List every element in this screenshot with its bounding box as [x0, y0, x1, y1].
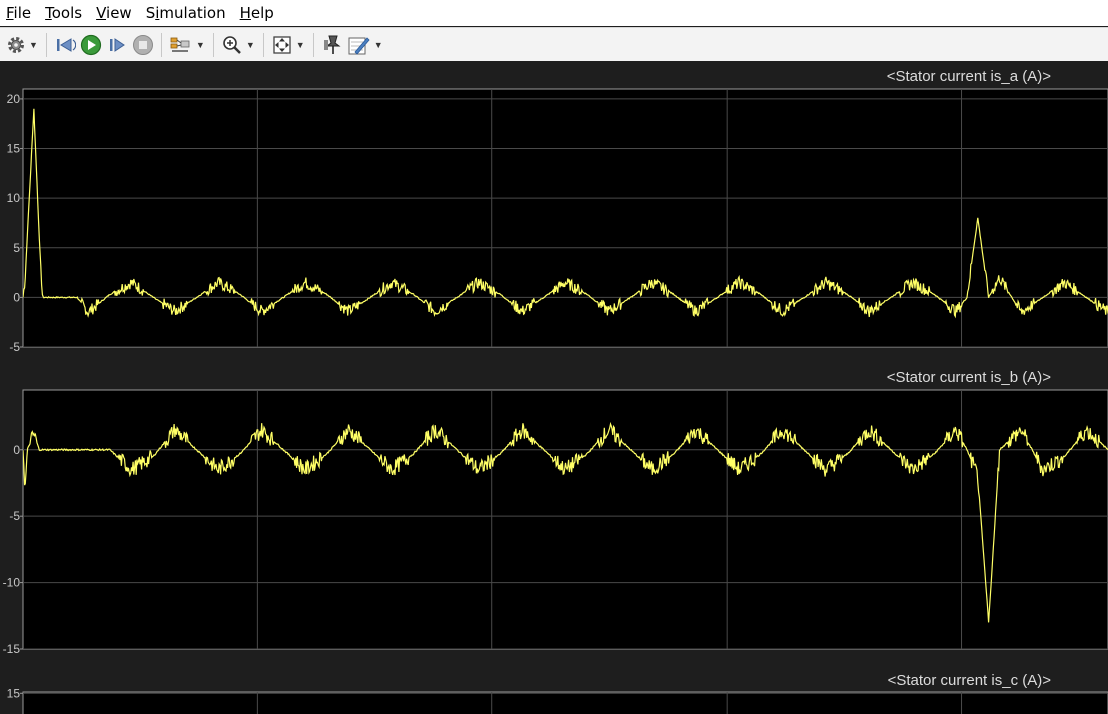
signal-trigger-icon [170, 37, 190, 52]
fit-to-view-icon [273, 35, 291, 54]
highlight-button[interactable] [345, 31, 373, 59]
plot-background [22, 691, 1108, 714]
zoom-dropdown-arrow[interactable]: ▼ [246, 40, 255, 50]
menu-simulation[interactable]: Simulation [139, 1, 233, 25]
y-tick-label: -15 [3, 642, 21, 656]
pin-icon [323, 35, 341, 54]
stop-button[interactable] [130, 31, 156, 59]
settings-button[interactable] [4, 31, 28, 59]
menu-file[interactable]: File [0, 1, 38, 25]
zoom-button[interactable] [219, 31, 245, 59]
gear-icon [8, 36, 24, 53]
settings-dropdown-arrow[interactable]: ▼ [29, 40, 38, 50]
y-tick-label: -5 [9, 509, 20, 523]
menu-tools[interactable]: Tools [38, 1, 89, 25]
step-back-button[interactable] [52, 31, 78, 59]
fit-dropdown-arrow[interactable]: ▼ [296, 40, 305, 50]
zoom-in-icon [223, 35, 241, 54]
y-tick-label: -5 [9, 340, 20, 354]
menu-view[interactable]: View [89, 1, 139, 25]
toolbar-separator [312, 32, 314, 57]
y-tick-label: 0 [13, 443, 20, 457]
y-tick-label: 20 [7, 92, 21, 106]
menu-bar: File Tools View Simulation Help [0, 0, 1108, 26]
trigger-button[interactable] [167, 31, 195, 59]
toolbar-separator [212, 32, 214, 57]
y-tick-label: 15 [7, 142, 21, 156]
y-tick-label: -10 [3, 576, 21, 590]
y-tick-label: 0 [13, 290, 20, 304]
run-button[interactable] [78, 31, 104, 59]
toolbar-separator [262, 32, 264, 57]
axes-panel-1: <Stator current is_a (A)> 20 15 10 5 0 -5 [7, 68, 1108, 354]
axes-panel-3: <Stator current is_c (A)> 15 [7, 672, 1108, 714]
stop-icon [132, 34, 153, 55]
step-back-icon [56, 37, 76, 52]
plot-background [22, 88, 1108, 348]
fit-to-view-button[interactable] [269, 31, 295, 59]
scope-charts: <Stator current is_a (A)>20151050-5<Stat… [3, 68, 1108, 714]
trigger-dropdown-arrow[interactable]: ▼ [196, 40, 205, 50]
toolbar-separator [160, 32, 162, 57]
step-forward-button[interactable] [104, 31, 130, 59]
scope-plot-area: <Stator current is_a (A)> 20 15 10 5 0 -5 <Stat… [0, 61, 1108, 714]
menu-help[interactable]: Help [233, 1, 281, 25]
plot-title: <Stator current is_b (A)> [887, 369, 1051, 386]
y-tick-label: 5 [13, 241, 20, 255]
pin-button[interactable] [319, 31, 345, 59]
toolbar-separator [45, 32, 47, 57]
plot-title: <Stator current is_a (A)> [887, 68, 1051, 85]
run-icon [80, 34, 102, 55]
axes-panel-2: <Stator current is_b (A)> 0 -5 -10 -15 [3, 369, 1108, 656]
plot-background [22, 389, 1108, 650]
highlight-pen-icon [348, 36, 370, 55]
y-tick-label: 15 [7, 686, 21, 700]
plot-title: <Stator current is_c (A)> [888, 672, 1052, 689]
toolbar: ▼ ▼ ▼ ▼ ▼ [0, 27, 1108, 62]
y-tick-label: 10 [7, 191, 21, 205]
step-forward-icon [109, 37, 125, 52]
highlight-dropdown-arrow[interactable]: ▼ [374, 40, 383, 50]
